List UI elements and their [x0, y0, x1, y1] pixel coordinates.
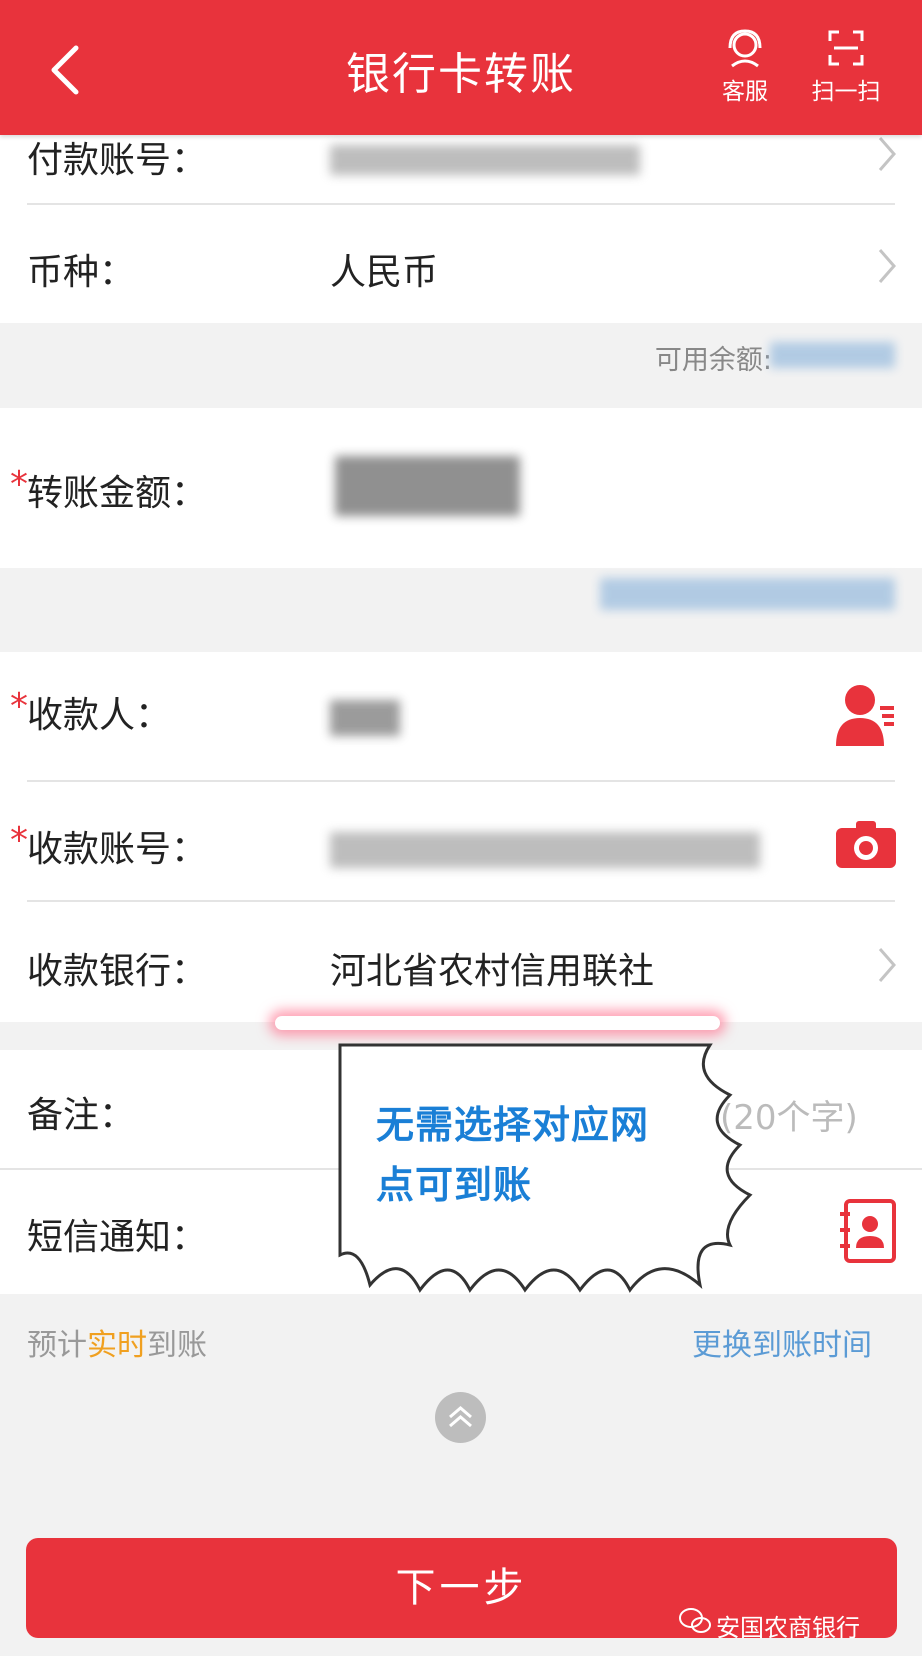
payee-name-blurred — [330, 700, 400, 736]
account-card: 付款账号： 币种： 人民币 — [0, 115, 922, 323]
arrival-estimate: 预计实时到账 — [27, 1328, 207, 1363]
payee-bank-label: 收款银行： — [27, 951, 208, 992]
headset-icon — [728, 29, 762, 68]
amount-in-words-blurred — [600, 578, 895, 610]
currency-label: 币种： — [27, 252, 136, 293]
chevron-right-icon — [878, 249, 896, 283]
scan-button[interactable]: 扫一扫 — [806, 28, 886, 106]
highlight-stroke — [275, 1016, 720, 1030]
double-chevron-up-icon — [449, 1406, 472, 1428]
required-mark: * — [10, 820, 28, 861]
payee-account-value-blurred — [330, 832, 760, 868]
chevron-right-icon — [878, 137, 896, 171]
currency-row[interactable]: 币种： 人民币 — [0, 205, 922, 323]
scan-label: 扫一扫 — [811, 79, 881, 105]
remark-label: 备注： — [27, 1095, 136, 1136]
amount-label: * 转账金额： — [10, 464, 208, 514]
customer-service-button[interactable]: 客服 — [705, 28, 785, 106]
payee-bank-value: 河北省农村信用联社 — [330, 951, 655, 992]
camera-icon[interactable] — [834, 818, 898, 870]
currency-value: 人民币 — [330, 252, 439, 293]
sms-label: 短信通知： — [27, 1217, 208, 1258]
app-header: 银行卡转账 客服 扫一扫 — [0, 0, 922, 135]
payee-label: * 收款人： — [10, 686, 172, 736]
arrival-highlight: 实时 — [87, 1328, 147, 1363]
payee-account-label: * 收款账号： — [10, 820, 208, 870]
required-mark: * — [10, 464, 28, 505]
wechat-icon — [679, 1608, 711, 1633]
amount-card: * 转账金额： — [0, 408, 922, 568]
amount-value-blurred[interactable] — [335, 456, 520, 516]
annotation-line1: 无需选择对应网 — [376, 1103, 650, 1147]
payee-account-row[interactable]: * 收款账号： — [0, 782, 922, 900]
chevron-right-icon — [878, 948, 896, 982]
annotation-text: 无需选择对应网 点可到账 — [376, 1095, 696, 1215]
payee-row[interactable]: * 收款人： — [0, 652, 922, 780]
annotation-line2: 点可到账 — [376, 1163, 533, 1207]
available-balance-value-blurred — [770, 342, 895, 368]
service-label: 客服 — [722, 79, 768, 105]
required-mark: * — [10, 686, 28, 727]
payee-card: * 收款人： * 收款账号： 收款银行： 河北省农村信用联社 — [0, 652, 922, 1022]
change-arrival-time-link[interactable]: 更换到账时间 — [692, 1320, 872, 1364]
contact-book-icon[interactable] — [834, 682, 898, 748]
payer-account-value-blurred — [330, 145, 640, 175]
phonebook-icon[interactable] — [838, 1198, 898, 1264]
available-balance-label: 可用余额: — [654, 345, 772, 376]
scan-icon — [828, 30, 864, 66]
payer-account-label: 付款账号： — [27, 140, 208, 181]
expand-up-button[interactable] — [435, 1392, 486, 1443]
watermark: 安国农商银行 — [716, 1614, 860, 1642]
payee-bank-row[interactable]: 收款银行： 河北省农村信用联社 — [0, 902, 922, 1022]
